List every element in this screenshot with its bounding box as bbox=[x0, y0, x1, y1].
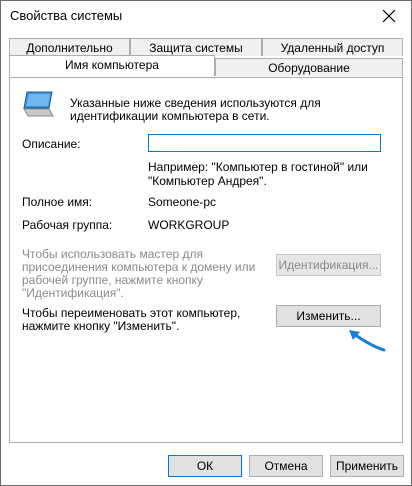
wizard-text-line1: Чтобы использовать мастер для bbox=[22, 247, 203, 261]
change-button[interactable]: Изменить... bbox=[276, 305, 381, 327]
workgroup-label: Рабочая группа: bbox=[22, 218, 113, 232]
rename-text-line1: Чтобы переименовать этот компьютер, bbox=[22, 306, 241, 320]
example-text-line2: "Компьютер Андрея". bbox=[148, 174, 267, 188]
description-label: Описание: bbox=[22, 137, 81, 151]
wizard-text-line4: "Идентификация". bbox=[22, 286, 124, 300]
cancel-button[interactable]: Отмена bbox=[249, 455, 323, 477]
fullname-label: Полное имя: bbox=[22, 195, 93, 209]
tab-advanced[interactable]: Дополнительно bbox=[9, 38, 130, 56]
window-title: Свойства системы bbox=[10, 8, 123, 23]
wizard-text-line2: присоединения компьютера к домену или bbox=[22, 260, 256, 274]
system-properties-dialog: Свойства системы Дополнительно Защита си… bbox=[0, 0, 412, 486]
pointer-arrow-icon bbox=[349, 330, 386, 352]
dialog-footer: ОК Отмена Применить bbox=[1, 444, 411, 485]
wizard-text-line3: рабочей группе, нажмите кнопку bbox=[22, 273, 203, 287]
apply-button[interactable]: Применить bbox=[330, 455, 404, 477]
intro-text-line1: Указанные ниже сведения используются для bbox=[70, 96, 321, 110]
title-bar: Свойства системы bbox=[1, 1, 411, 31]
computer-icon bbox=[23, 91, 54, 117]
close-icon[interactable] bbox=[381, 8, 397, 24]
tab-hardware[interactable]: Оборудование bbox=[215, 58, 403, 76]
tab-computer-name[interactable]: Имя компьютера bbox=[9, 55, 215, 76]
workgroup-value: WORKGROUP bbox=[148, 218, 230, 232]
computer-name-panel: Указанные ниже сведения используются для… bbox=[9, 77, 403, 443]
tab-system-protection[interactable]: Защита системы bbox=[130, 38, 262, 56]
tab-row-bottom: Имя компьютера Оборудование bbox=[9, 55, 403, 76]
rename-text-line2: нажмите кнопку "Изменить". bbox=[22, 319, 180, 333]
intro-text-line2: идентификации компьютера в сети. bbox=[70, 109, 270, 123]
tab-remote-access[interactable]: Удаленный доступ bbox=[262, 38, 403, 56]
description-input[interactable] bbox=[148, 134, 381, 152]
fullname-value: Someone-pc bbox=[148, 195, 217, 209]
example-text-line1: Например: "Компьютер в гостиной" или bbox=[148, 160, 368, 174]
identification-button[interactable]: Идентификация... bbox=[276, 254, 381, 276]
ok-button[interactable]: ОК bbox=[168, 455, 242, 477]
